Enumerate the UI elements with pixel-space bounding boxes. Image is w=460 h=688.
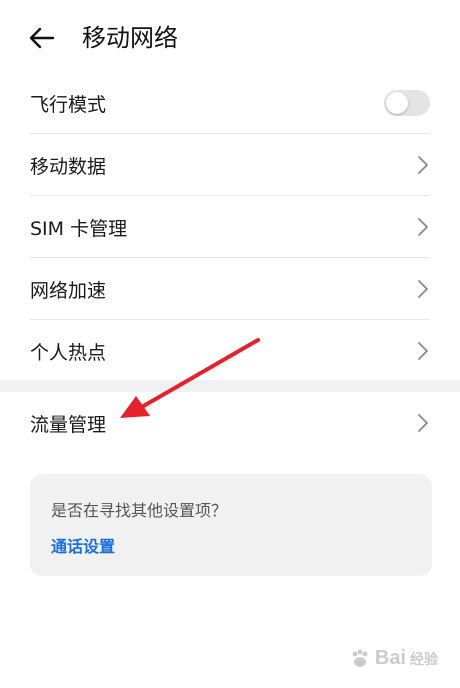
paw-logo-icon <box>352 649 368 667</box>
suggestion-question: 是否在寻找其他设置项？ <box>51 501 228 520</box>
network-acceleration-row[interactable]: 网络加速 <box>30 258 430 320</box>
settings-list: 飞行模式 移动数据 SIM 卡管理 网络加速 个人热点 <box>0 72 460 382</box>
header: 移动网络 <box>0 0 460 76</box>
airplane-mode-toggle[interactable] <box>384 90 430 116</box>
toggle-knob <box>386 92 408 114</box>
sim-management-row[interactable]: SIM 卡管理 <box>30 196 430 258</box>
network-acceleration-label: 网络加速 <box>30 279 107 302</box>
airplane-mode-label: 飞行模式 <box>30 93 107 116</box>
call-settings-link[interactable]: 通话设置 <box>51 533 115 557</box>
personal-hotspot-label: 个人热点 <box>30 341 107 364</box>
mobile-data-row[interactable]: 移动数据 <box>30 134 430 196</box>
baidu-watermark: Bai 经验 <box>349 647 438 670</box>
personal-hotspot-row[interactable]: 个人热点 <box>30 320 430 382</box>
chevron-right-icon <box>416 413 430 433</box>
traffic-management-label: 流量管理 <box>30 413 107 436</box>
arrow-left-icon <box>29 27 55 49</box>
mobile-network-page: 移动网络 飞行模式 移动数据 SIM 卡管理 网络加速 个人热点 流量管理 是否… <box>0 0 460 688</box>
chevron-right-icon <box>416 341 430 361</box>
chevron-right-icon <box>416 279 430 299</box>
watermark-sub: 经验 <box>410 651 438 668</box>
suggestion-card: 是否在寻找其他设置项？ 通话设置 <box>30 474 432 576</box>
chevron-right-icon <box>416 217 430 237</box>
watermark-brand: Bai <box>374 647 406 669</box>
mobile-data-label: 移动数据 <box>30 155 107 178</box>
back-button[interactable] <box>22 18 62 58</box>
airplane-mode-row[interactable]: 飞行模式 <box>30 72 430 134</box>
traffic-management-row[interactable]: 流量管理 <box>30 392 430 454</box>
sim-management-label: SIM 卡管理 <box>30 217 128 240</box>
section-divider <box>0 380 460 392</box>
page-title: 移动网络 <box>82 24 178 52</box>
chevron-right-icon <box>416 155 430 175</box>
